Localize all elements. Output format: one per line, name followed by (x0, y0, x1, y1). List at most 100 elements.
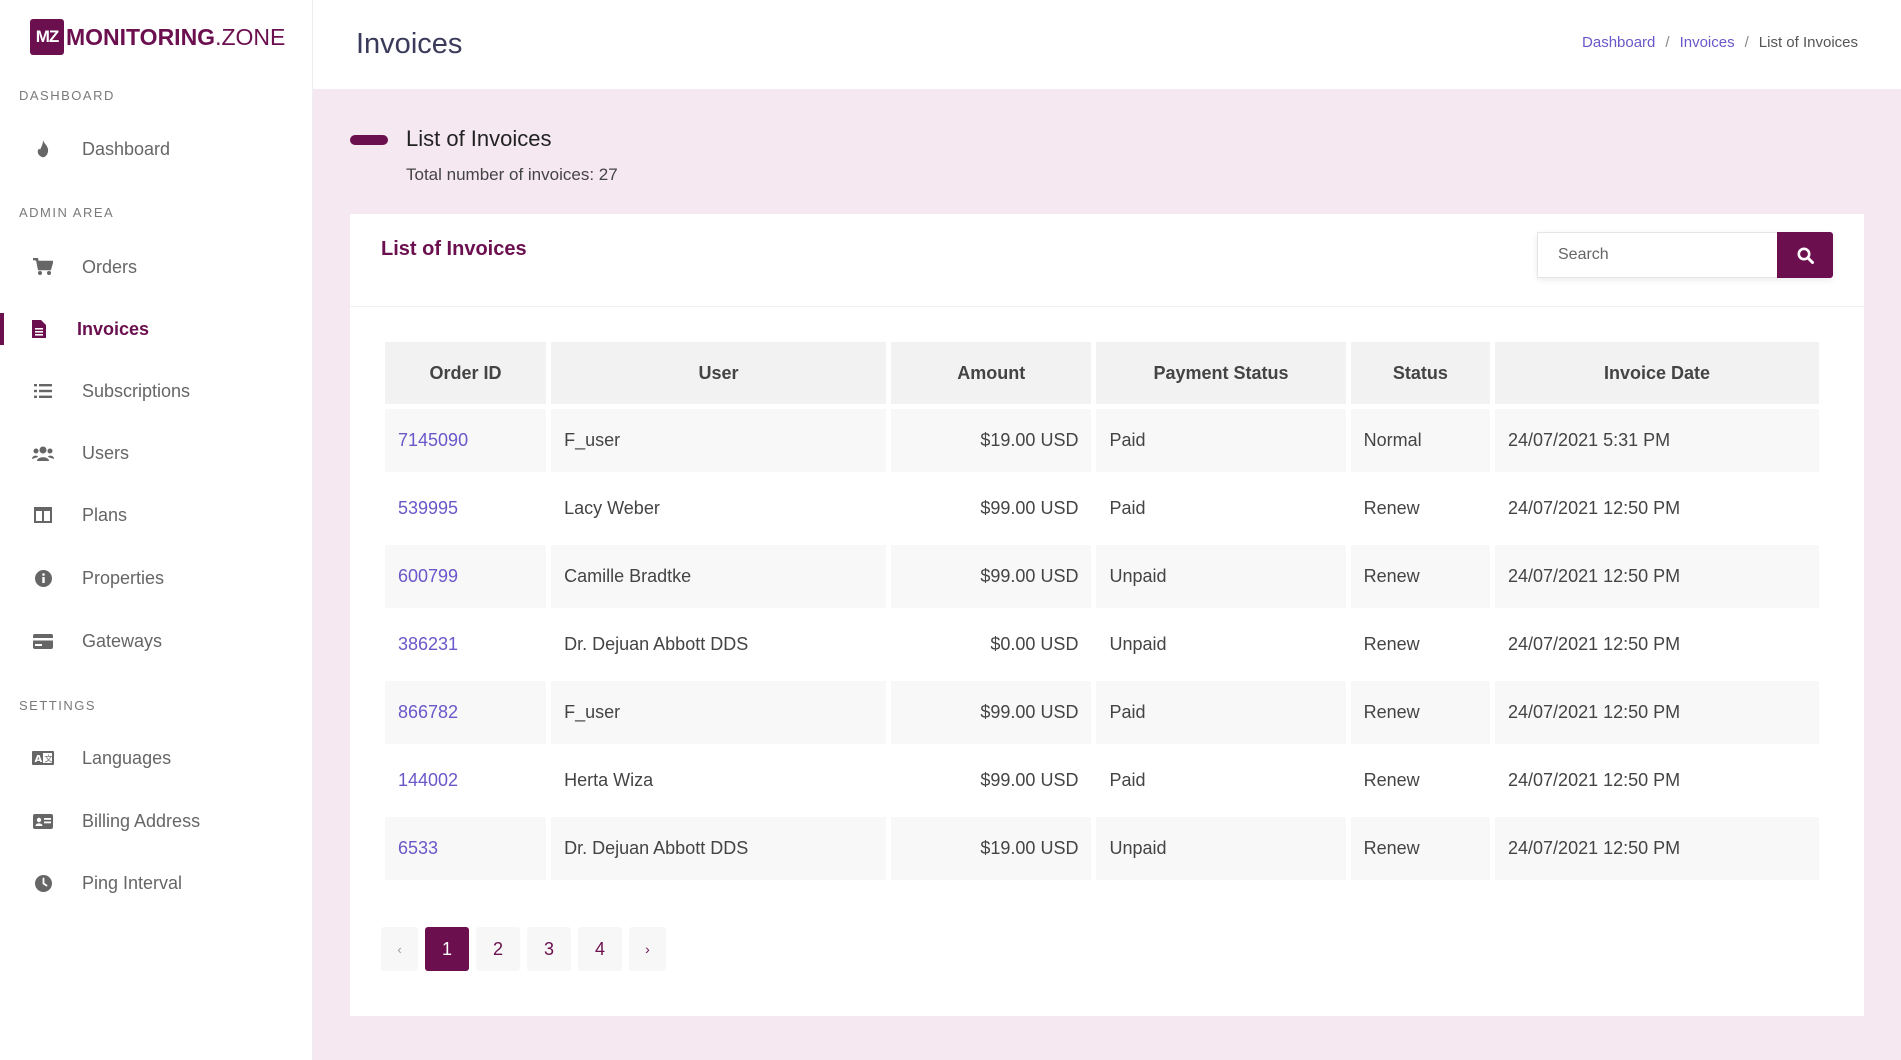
column-header-user[interactable]: User (551, 342, 886, 404)
sidebar-item-label: Users (82, 442, 130, 463)
page-title: Invoices (356, 28, 463, 60)
table-row: 6533 Dr. Dejuan Abbott DDS $19.00 USD Un… (385, 817, 1819, 880)
address-card-icon (31, 809, 55, 833)
cell-invoice-date: 24/07/2021 12:50 PM (1495, 817, 1819, 880)
users-icon (31, 441, 55, 465)
cell-invoice-date: 24/07/2021 12:50 PM (1508, 770, 1681, 790)
language-icon: A文 (31, 746, 55, 770)
table-row: 539995 Lacy Weber $99.00 USD Paid Renew … (385, 477, 1819, 540)
cell-payment-status: Paid (1096, 409, 1346, 472)
cell-payment-status: Paid (1096, 681, 1346, 744)
logo-name-light: .ZONE (215, 23, 286, 50)
pagination-page-4[interactable]: 4 (578, 927, 622, 971)
top-header: Invoices Dashboard / Invoices / List of … (313, 0, 1901, 89)
search-input[interactable] (1537, 232, 1777, 278)
table-row: 7145090 F_user $19.00 USD Paid Normal 24… (385, 409, 1819, 472)
table-row: 600799 Camille Bradtke $99.00 USD Unpaid… (385, 545, 1819, 608)
sidebar-item-users[interactable]: Users (0, 428, 313, 478)
cell-user: Dr. Dejuan Abbott DDS (551, 817, 886, 880)
sidebar-item-label: Languages (82, 747, 172, 768)
cell-payment-status: Paid (1109, 770, 1146, 790)
sidebar-item-plans[interactable]: Plans (0, 490, 313, 540)
pagination-page-1[interactable]: 1 (425, 927, 469, 971)
svg-text:A: A (35, 754, 43, 765)
breadcrumb-invoices[interactable]: Invoices (1680, 34, 1735, 51)
logo[interactable]: MZ MONITORING.ZONE (30, 19, 285, 55)
breadcrumb-dashboard[interactable]: Dashboard (1582, 34, 1655, 51)
breadcrumb-current: List of Invoices (1758, 34, 1858, 51)
cell-status: Renew (1363, 770, 1420, 790)
cell-status: Renew (1363, 498, 1420, 518)
column-header-order-id[interactable]: Order ID (385, 342, 547, 404)
sidebar-item-invoices[interactable]: Invoices (0, 304, 313, 354)
cell-payment-status: Unpaid (1109, 634, 1167, 654)
cell-invoice-date: 24/07/2021 12:50 PM (1508, 498, 1681, 518)
search-box (1537, 232, 1833, 278)
cell-amount: $99.00 USD (890, 681, 1092, 744)
sidebar-section-dashboard: DASHBOARD (19, 88, 115, 103)
pagination-page-2[interactable]: 2 (476, 927, 520, 971)
table-row: 144002 Herta Wiza $99.00 USD Paid Renew … (385, 749, 1819, 812)
order-id-link[interactable]: 866782 (398, 702, 458, 722)
pagination-page-3[interactable]: 3 (527, 927, 571, 971)
cart-icon (31, 255, 55, 279)
pagination-prev[interactable]: ‹ (381, 927, 418, 971)
table-row: 866782 F_user $99.00 USD Paid Renew 24/0… (385, 681, 1819, 744)
cell-status: Renew (1350, 817, 1491, 880)
order-id-link[interactable]: 144002 (398, 770, 458, 790)
sidebar-item-label: Invoices (77, 318, 150, 339)
cell-user: Herta Wiza (564, 770, 654, 790)
search-button[interactable] (1777, 232, 1833, 278)
sidebar-item-label: Dashboard (82, 138, 171, 159)
order-id-link[interactable]: 600799 (398, 566, 458, 586)
column-header-payment-status[interactable]: Payment Status (1096, 342, 1346, 404)
breadcrumb-separator: / (1665, 34, 1670, 51)
card-title: List of Invoices (381, 238, 527, 260)
cell-order-id: 7145090 (385, 409, 547, 472)
sidebar-item-billing-address[interactable]: Billing Address (0, 796, 313, 846)
sidebar-section-settings: SETTINGS (19, 698, 97, 713)
sidebar-item-dashboard[interactable]: Dashboard (0, 124, 313, 174)
cell-order-id: 6533 (385, 817, 547, 880)
sidebar-item-subscriptions[interactable]: Subscriptions (0, 366, 313, 416)
column-header-amount[interactable]: Amount (890, 342, 1092, 404)
cell-amount: $19.00 USD (890, 409, 1092, 472)
cell-order-id: 386231 (385, 613, 546, 676)
column-header-invoice-date[interactable]: Invoice Date (1495, 342, 1819, 404)
cell-status: Renew (1363, 634, 1420, 654)
cell-order-id: 144002 (385, 749, 546, 812)
sidebar-item-orders[interactable]: Orders (0, 242, 313, 292)
sidebar-item-properties[interactable]: Properties (0, 553, 313, 603)
cell-invoice-date: 24/07/2021 5:31 PM (1495, 409, 1819, 472)
pagination-next[interactable]: › (629, 927, 666, 971)
sidebar: MZ MONITORING.ZONE DASHBOARD Dashboard A… (0, 0, 313, 1060)
cell-payment-status: Paid (1109, 498, 1146, 518)
breadcrumb-separator: / (1744, 34, 1749, 51)
sidebar-item-label: Subscriptions (82, 380, 191, 401)
sidebar-item-gateways[interactable]: Gateways (0, 616, 313, 666)
pagination: ‹ 1 2 3 4 › (381, 927, 666, 971)
info-icon (31, 566, 55, 590)
cell-invoice-date: 24/07/2021 12:50 PM (1495, 681, 1819, 744)
order-id-link[interactable]: 6533 (398, 838, 438, 858)
order-id-link[interactable]: 386231 (398, 634, 458, 654)
section-accent-bar (350, 135, 388, 145)
fire-icon (31, 137, 55, 161)
cell-user: Dr. Dejuan Abbott DDS (564, 634, 749, 654)
order-id-link[interactable]: 539995 (398, 498, 458, 518)
logo-text: MONITORING.ZONE (66, 24, 285, 51)
cell-amount: $19.00 USD (890, 817, 1092, 880)
cell-user: F_user (551, 681, 886, 744)
order-id-link[interactable]: 7145090 (398, 430, 468, 450)
list-icon (31, 379, 55, 403)
invoice-count: Total number of invoices: 27 (406, 165, 618, 184)
sidebar-item-label: Plans (82, 504, 128, 525)
cell-user: Camille Bradtke (551, 545, 886, 608)
sidebar-item-ping-interval[interactable]: Ping Interval (0, 858, 313, 908)
cell-status: Renew (1350, 545, 1491, 608)
search-icon (1797, 247, 1814, 264)
sidebar-item-languages[interactable]: A文 Languages (0, 733, 313, 783)
column-header-status[interactable]: Status (1350, 342, 1491, 404)
logo-badge: MZ (30, 19, 64, 55)
table-row: 386231 Dr. Dejuan Abbott DDS $0.00 USD U… (385, 613, 1819, 676)
